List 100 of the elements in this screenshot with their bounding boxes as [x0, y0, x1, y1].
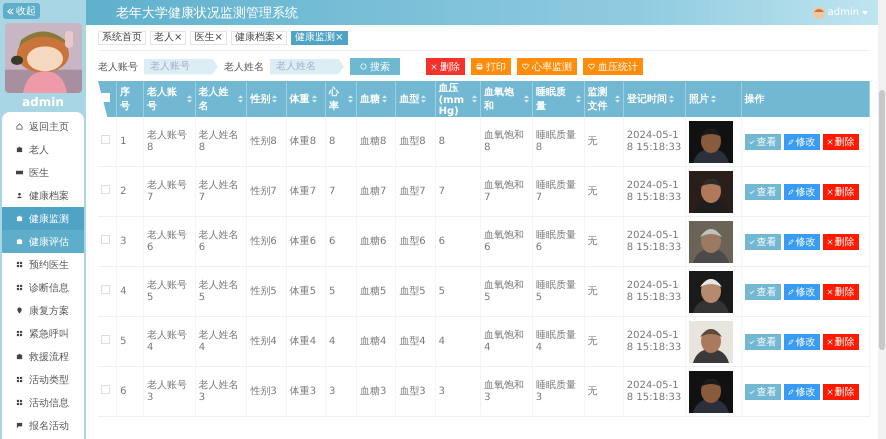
- column-header: 血糖: [360, 92, 380, 106]
- view-button[interactable]: 查看: [744, 284, 781, 300]
- sort-icon[interactable]: [710, 95, 716, 103]
- input-field[interactable]: 老人账号: [144, 58, 218, 74]
- pin-icon: [16, 307, 23, 314]
- row-checkbox[interactable]: [101, 135, 110, 144]
- table-cell: 老人姓名4: [198, 330, 239, 352]
- delete-button[interactable]: 删除: [822, 384, 859, 400]
- tab[interactable]: 系统首页: [98, 31, 146, 45]
- menu-item[interactable]: 救援流程: [2, 345, 84, 368]
- delete-button[interactable]: 删除: [822, 184, 859, 200]
- edit-button[interactable]: 修改: [784, 234, 820, 250]
- sort-icon[interactable]: [382, 95, 387, 103]
- sort-icon[interactable]: [668, 95, 674, 103]
- pencil-icon: [788, 238, 794, 244]
- menu-item[interactable]: 活动类型: [2, 368, 84, 391]
- grid-icon: [16, 261, 23, 268]
- view-button[interactable]: 查看: [744, 384, 781, 400]
- row-checkbox[interactable]: [101, 235, 110, 244]
- tab[interactable]: 健康监测×: [291, 31, 348, 45]
- menu-item[interactable]: 活动信息: [2, 391, 84, 414]
- sort-icon[interactable]: [472, 95, 478, 103]
- column-header: 照片: [688, 92, 709, 106]
- tab[interactable]: 健康档案×: [230, 31, 288, 45]
- edit-button[interactable]: 修改: [784, 284, 820, 300]
- action-button[interactable]: 打印: [471, 58, 511, 75]
- menu-item[interactable]: 健康监测: [2, 207, 84, 230]
- close-icon: [826, 388, 833, 394]
- table-cell: 6: [328, 236, 336, 246]
- table-cell: 老人账号6: [146, 230, 187, 252]
- menu-item[interactable]: 诊断信息: [2, 276, 84, 299]
- row-checkbox[interactable]: [101, 185, 110, 194]
- sort-icon[interactable]: [272, 95, 278, 103]
- view-button[interactable]: 查看: [744, 184, 781, 200]
- menu-item[interactable]: 医生: [2, 161, 84, 184]
- delete-button[interactable]: 删除: [822, 134, 859, 150]
- table-cell: 血糖6: [360, 236, 386, 246]
- sort-icon[interactable]: [576, 95, 580, 103]
- column-header: 老人账号: [146, 86, 178, 113]
- row-checkbox[interactable]: [101, 285, 110, 294]
- tab[interactable]: 医生×: [190, 31, 227, 45]
- view-button[interactable]: 查看: [744, 334, 781, 350]
- search-button[interactable]: 搜索: [350, 58, 400, 75]
- table-cell: 血糖8: [360, 136, 386, 146]
- double-chevron-icon: [7, 8, 14, 14]
- action-button[interactable]: 血压统计: [583, 58, 643, 75]
- box-icon: [16, 353, 23, 360]
- menu-item[interactable]: 健康档案: [2, 184, 84, 207]
- collapse-button[interactable]: 收起: [3, 3, 40, 19]
- check-icon: [748, 138, 755, 144]
- sort-icon[interactable]: [238, 95, 244, 103]
- edit-button[interactable]: 修改: [784, 384, 820, 400]
- table-cell: 3: [438, 386, 445, 396]
- column-header: 血氧饱和: [484, 86, 516, 113]
- table-cell: 2024-05-18 15:18:33: [626, 230, 682, 252]
- table-cell: 性别5: [250, 286, 277, 296]
- menu-item[interactable]: 紧急呼叫: [2, 322, 84, 345]
- delete-button[interactable]: 删除: [822, 234, 859, 250]
- sort-icon[interactable]: [186, 95, 192, 103]
- table-cell: 体重7: [290, 186, 316, 196]
- sort-icon[interactable]: [421, 95, 426, 103]
- input-field[interactable]: 老人姓名: [270, 58, 344, 74]
- edit-button[interactable]: 修改: [784, 134, 820, 150]
- column-header: 操作: [744, 92, 765, 106]
- menu-item[interactable]: 康复方案: [2, 299, 84, 322]
- table-cell: 老人账号3: [146, 380, 187, 402]
- table-cell: 无: [588, 386, 598, 396]
- view-button[interactable]: 查看: [744, 134, 781, 150]
- menu-item[interactable]: 老人: [2, 138, 84, 161]
- menu-item[interactable]: 预约医生: [2, 253, 84, 276]
- sort-icon[interactable]: [524, 95, 529, 103]
- row-checkbox[interactable]: [101, 335, 110, 344]
- sort-icon[interactable]: [312, 95, 317, 103]
- delete-button[interactable]: 删除: [426, 58, 465, 75]
- check-icon: [748, 338, 755, 344]
- caret-icon: [862, 10, 868, 14]
- table-cell: 老人姓名8: [198, 130, 239, 152]
- menu-item[interactable]: 返回主页: [2, 115, 84, 138]
- view-button[interactable]: 查看: [744, 234, 781, 250]
- table-cell: 无: [588, 136, 598, 146]
- edit-button[interactable]: 修改: [784, 334, 820, 350]
- sort-icon[interactable]: [348, 95, 353, 103]
- menu-item[interactable]: 健康评估: [2, 230, 84, 253]
- menu-item[interactable]: 报名活动: [2, 414, 84, 437]
- edit-button[interactable]: 修改: [784, 184, 820, 200]
- table-cell: 老人账号5: [146, 280, 187, 302]
- action-button[interactable]: 心率监测: [517, 58, 577, 75]
- table-cell: 血型3: [399, 386, 426, 396]
- home-icon: [16, 123, 23, 130]
- delete-button[interactable]: 删除: [822, 284, 859, 300]
- select-all-checkbox[interactable]: [101, 93, 110, 102]
- box-icon: [16, 215, 23, 222]
- check-icon: [748, 188, 755, 194]
- table-cell: 睡眠质量5: [536, 280, 576, 302]
- close-icon: [826, 188, 833, 194]
- row-checkbox[interactable]: [101, 385, 110, 394]
- delete-button[interactable]: 删除: [822, 334, 859, 350]
- tab[interactable]: 老人×: [150, 31, 186, 45]
- table-cell: 5: [328, 286, 336, 296]
- sort-icon[interactable]: [614, 95, 620, 103]
